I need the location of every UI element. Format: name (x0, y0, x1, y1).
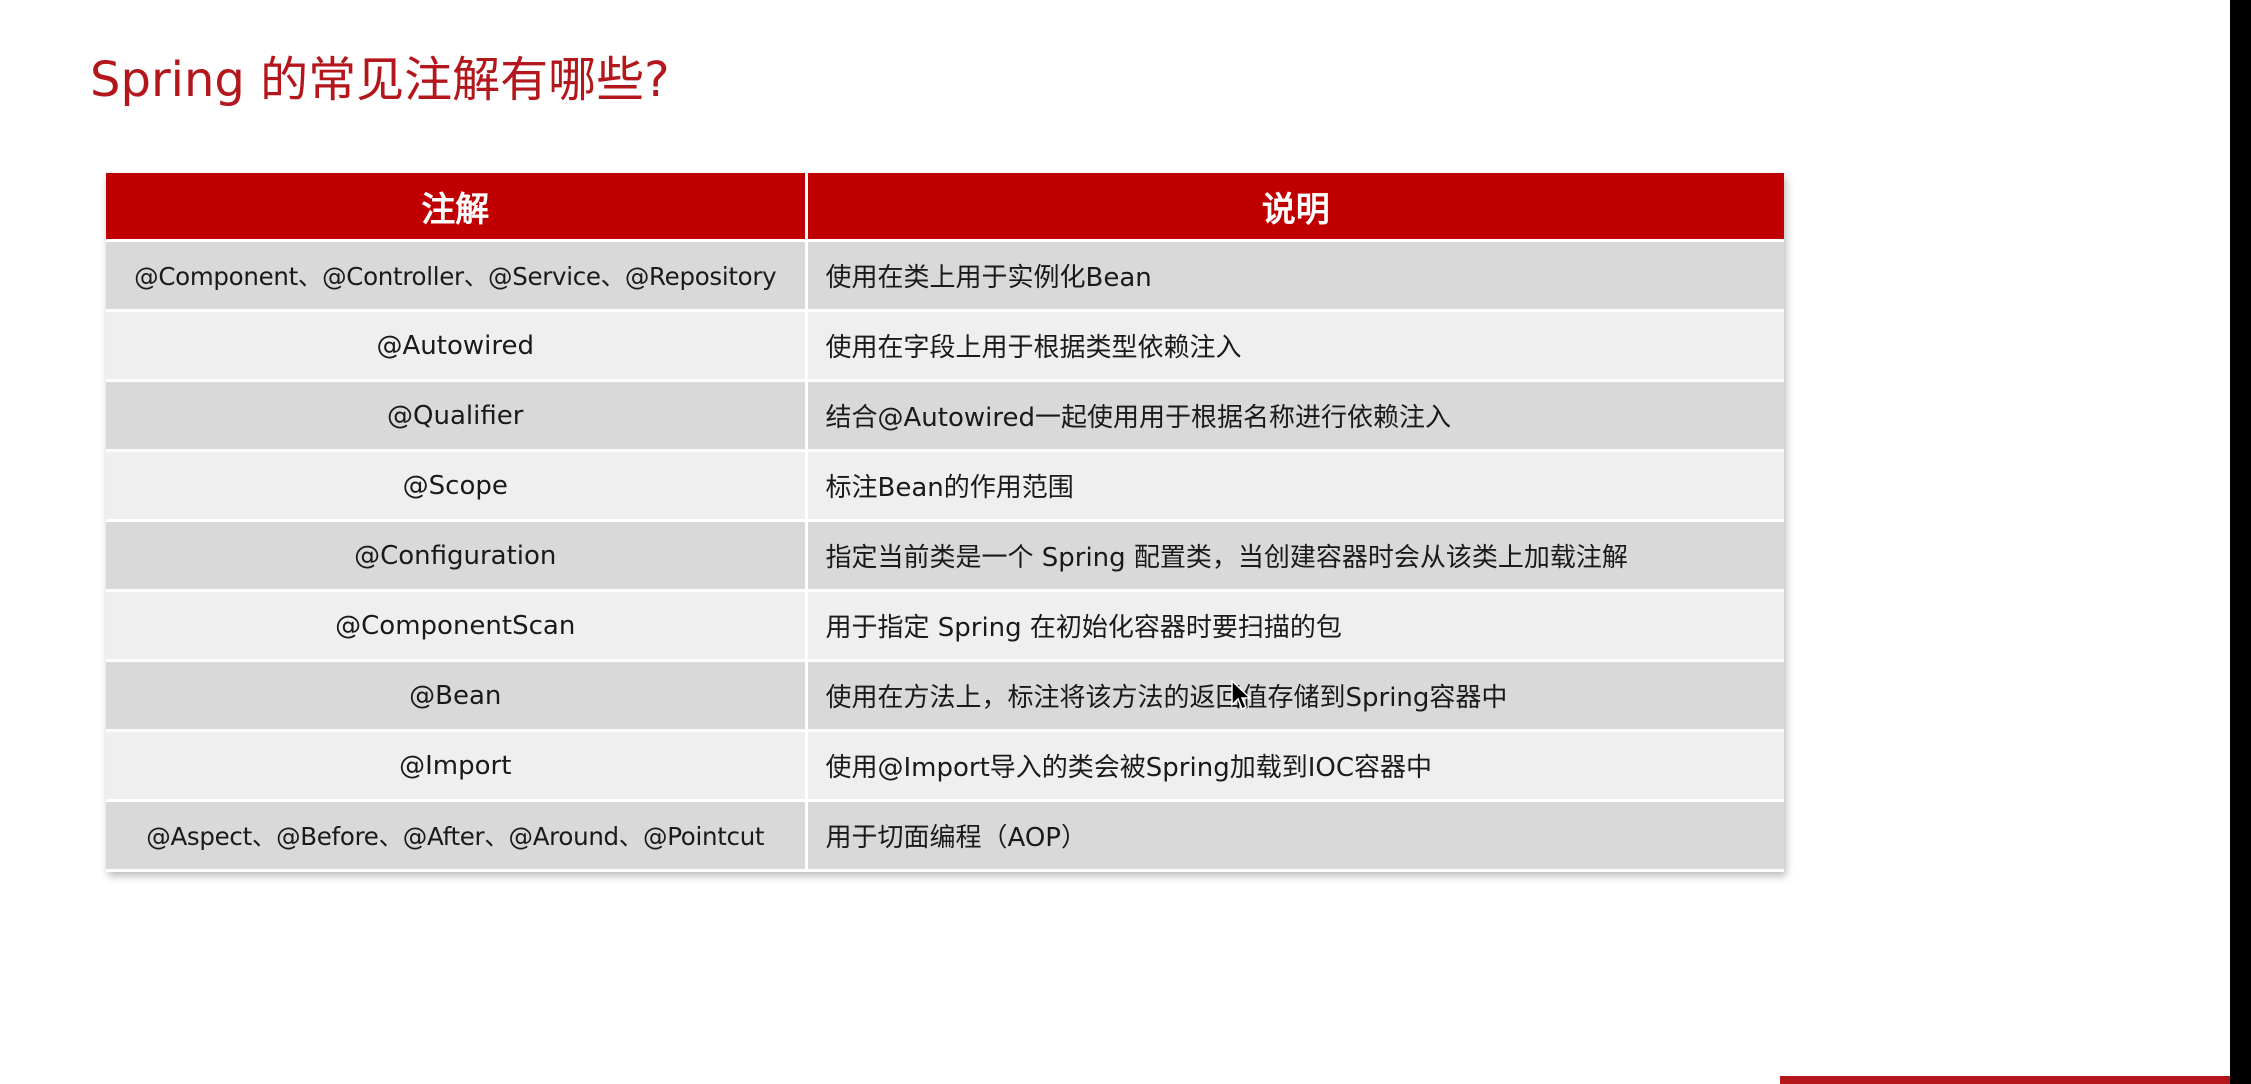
table-row: @Configuration 指定当前类是一个 Spring 配置类，当创建容器… (106, 520, 1784, 592)
description-cell: 标注Bean的作用范围 (806, 450, 1784, 522)
annotation-cell: @Bean (106, 660, 808, 732)
table-row: @ComponentScan 用于指定 Spring 在初始化容器时要扫描的包 (106, 590, 1784, 662)
annotation-cell: @Autowired (106, 310, 808, 382)
table-row: @Qualifier 结合@Autowired一起使用用于根据名称进行依赖注入 (106, 380, 1784, 452)
description-cell: 用于指定 Spring 在初始化容器时要扫描的包 (806, 590, 1784, 662)
description-cell: 指定当前类是一个 Spring 配置类，当创建容器时会从该类上加载注解 (806, 520, 1784, 592)
bottom-accent-bar (1780, 1076, 2230, 1084)
table-row: @Import 使用@Import导入的类会被Spring加载到IOC容器中 (106, 730, 1784, 802)
description-cell: 用于切面编程（AOP） (806, 800, 1784, 872)
description-cell: 使用在方法上，标注将该方法的返回值存储到Spring容器中 (806, 660, 1784, 732)
annotation-cell: @Qualifier (106, 380, 808, 452)
annotation-cell: @Import (106, 730, 808, 802)
annotation-cell: @Aspect、@Before、@After、@Around、@Pointcut (106, 800, 808, 872)
slide-title: Spring 的常见注解有哪些? (90, 52, 670, 108)
table-row: @Autowired 使用在字段上用于根据类型依赖注入 (106, 310, 1784, 382)
slide: Spring 的常见注解有哪些? 注解 说明 @Component、@Contr… (0, 0, 2251, 1084)
header-annotation: 注解 (106, 173, 808, 242)
description-cell: 使用在字段上用于根据类型依赖注入 (806, 310, 1784, 382)
annotations-table: 注解 说明 @Component、@Controller、@Service、@R… (106, 173, 1784, 872)
table-header-row: 注解 说明 (106, 173, 1784, 242)
table-row: @Aspect、@Before、@After、@Around、@Pointcut… (106, 800, 1784, 872)
header-description: 说明 (806, 173, 1784, 242)
right-edge-bar (2230, 0, 2251, 1084)
description-cell: 结合@Autowired一起使用用于根据名称进行依赖注入 (806, 380, 1784, 452)
table-row: @Bean 使用在方法上，标注将该方法的返回值存储到Spring容器中 (106, 660, 1784, 732)
annotation-cell: @Scope (106, 450, 808, 522)
table-row: @Component、@Controller、@Service、@Reposit… (106, 240, 1784, 312)
annotation-cell: @ComponentScan (106, 590, 808, 662)
description-cell: 使用在类上用于实例化Bean (806, 240, 1784, 312)
annotation-cell: @Component、@Controller、@Service、@Reposit… (106, 240, 808, 312)
description-cell: 使用@Import导入的类会被Spring加载到IOC容器中 (806, 730, 1784, 802)
annotation-cell: @Configuration (106, 520, 808, 592)
table-row: @Scope 标注Bean的作用范围 (106, 450, 1784, 522)
